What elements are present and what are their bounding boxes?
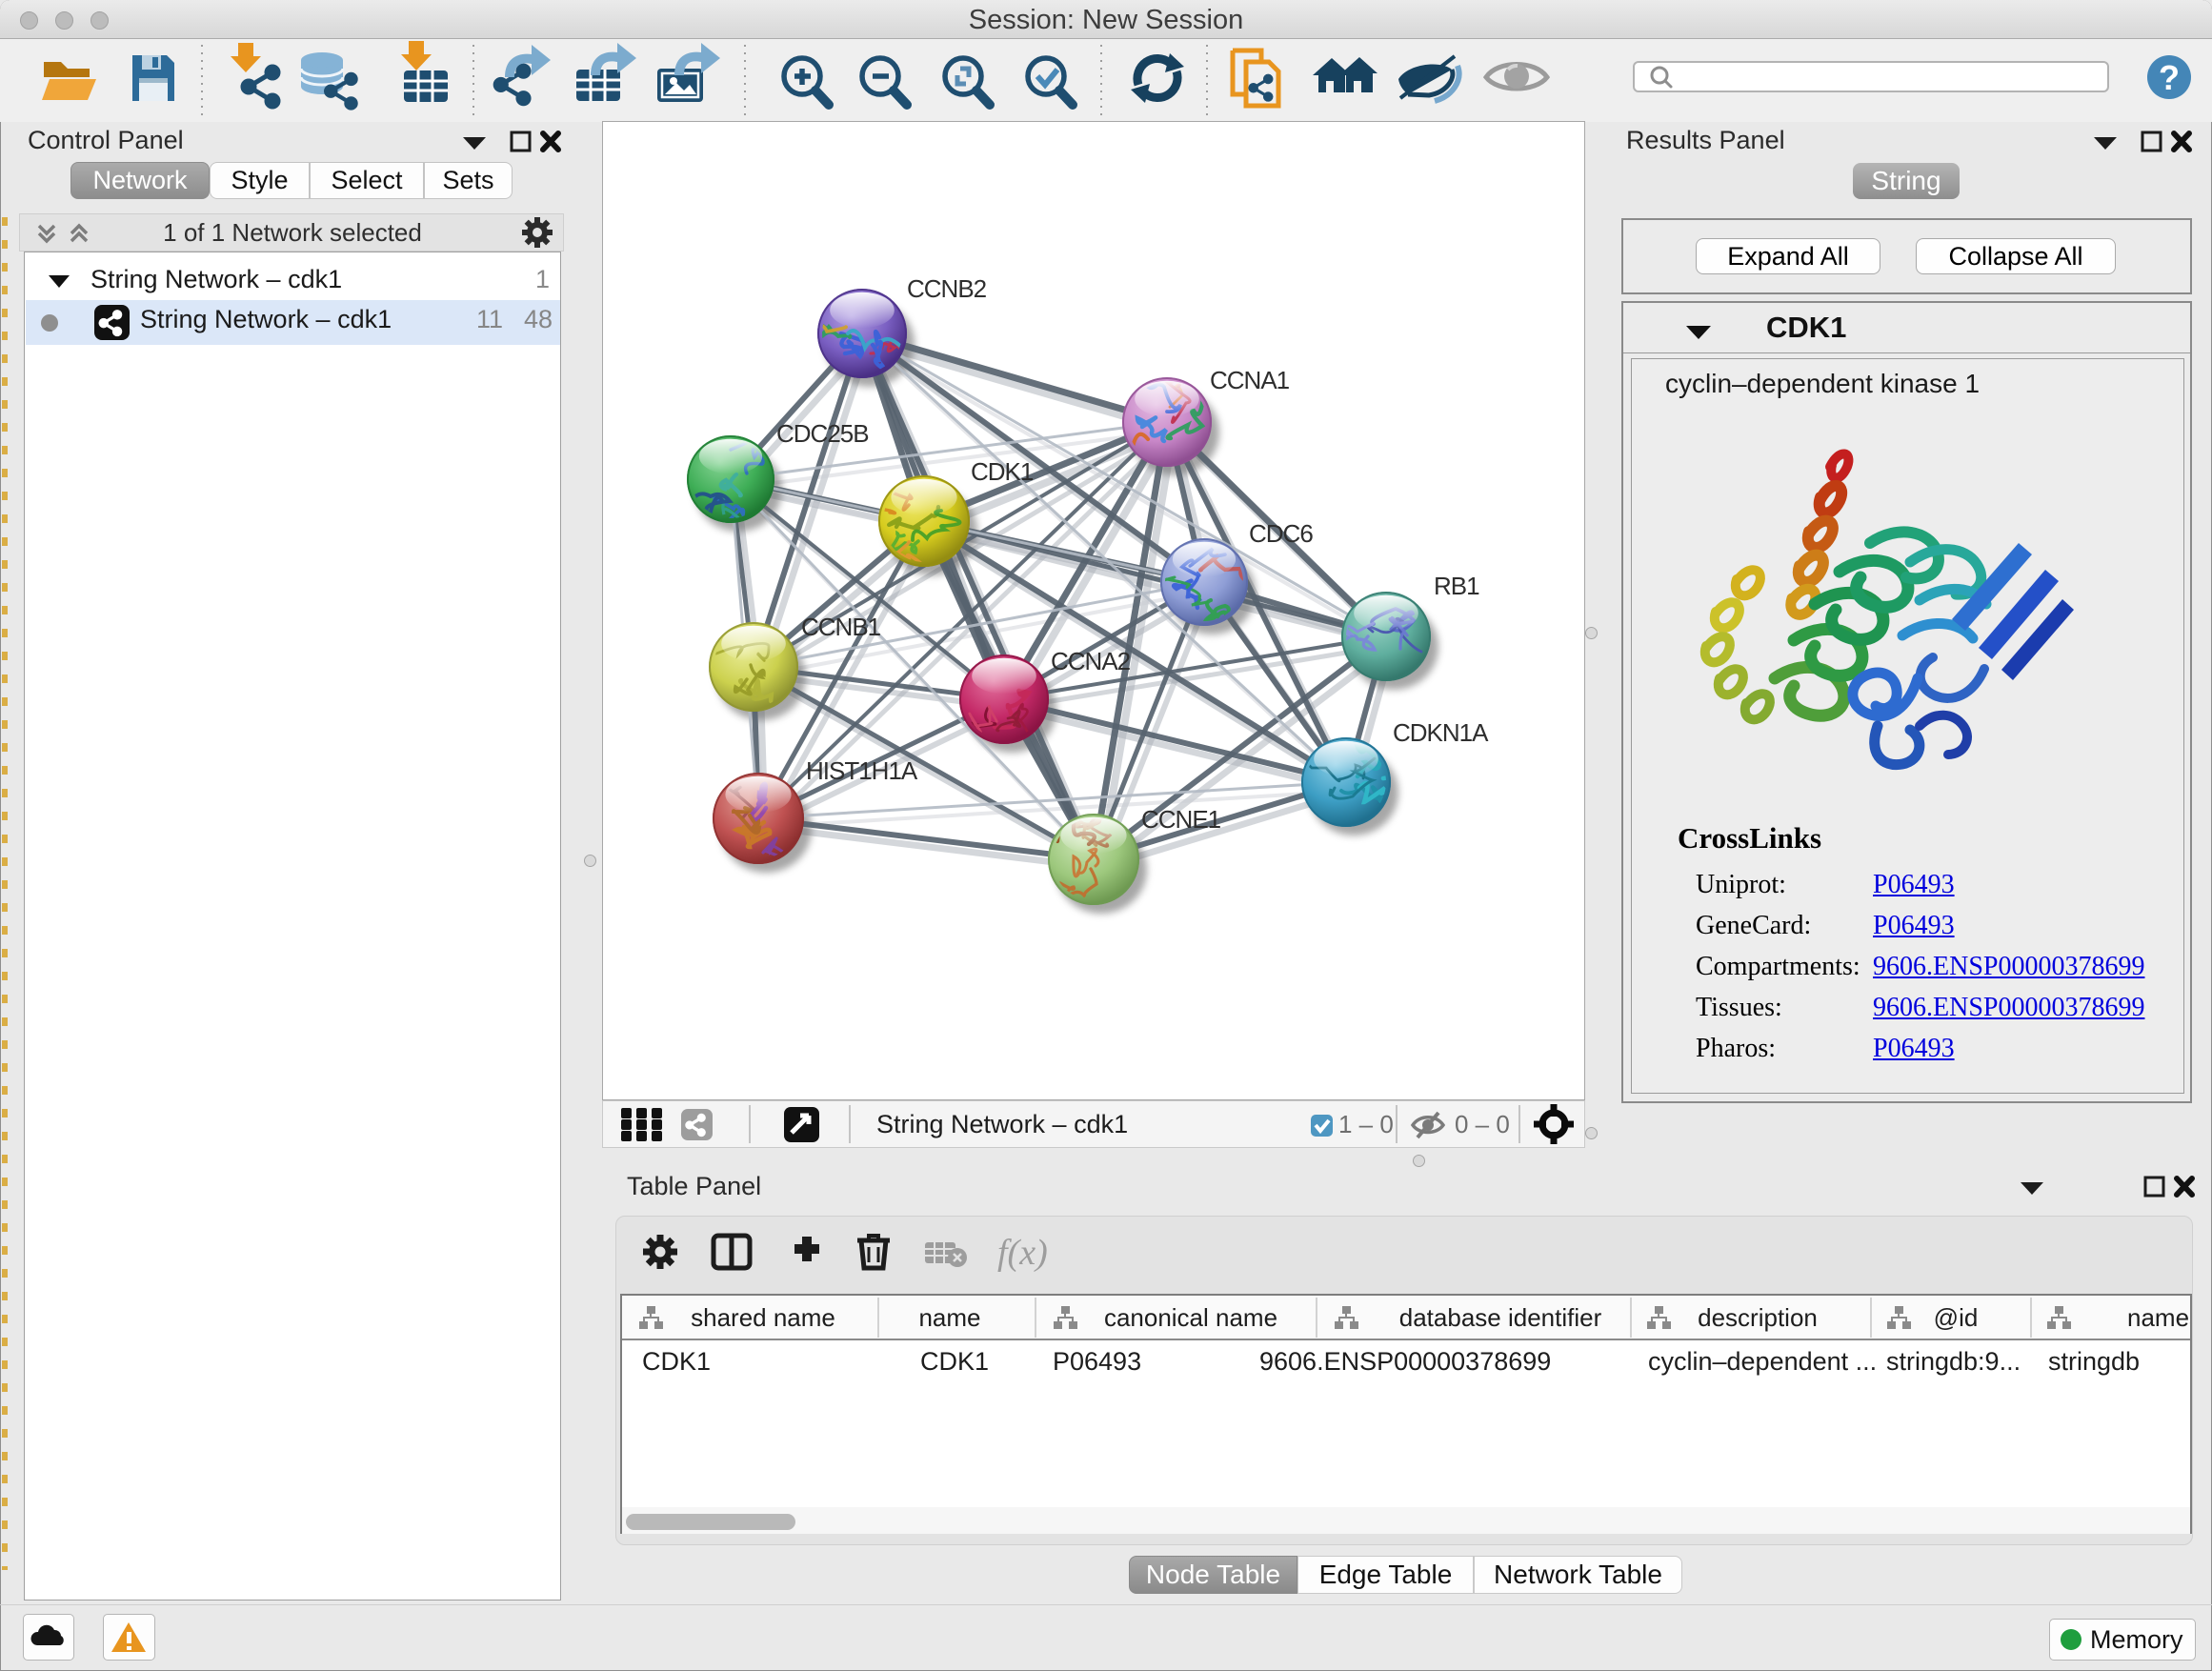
svg-text:canonical name: canonical name	[1104, 1303, 1277, 1332]
svg-text:9606.ENSP00000378699: 9606.ENSP00000378699	[1259, 1347, 1551, 1376]
svg-text:stringdb:9...: stringdb:9...	[1886, 1347, 2021, 1376]
svg-text:1 – 0: 1 – 0	[1338, 1110, 1394, 1138]
svg-text:cyclin–dependent ...: cyclin–dependent ...	[1648, 1347, 1877, 1376]
svg-text:RB1: RB1	[1434, 572, 1479, 600]
svg-text:CCNB2: CCNB2	[907, 274, 987, 303]
svg-text:String Network – cdk1: String Network – cdk1	[876, 1110, 1128, 1138]
svg-text:1 of 1 Network selected: 1 of 1 Network selected	[163, 218, 422, 247]
svg-text:description: description	[1698, 1303, 1818, 1332]
svg-text:database identifier: database identifier	[1399, 1303, 1602, 1332]
svg-text:Memory: Memory	[2090, 1625, 2183, 1654]
svg-text:CDC6: CDC6	[1249, 519, 1313, 548]
svg-text:shared name: shared name	[691, 1303, 835, 1332]
svg-text:CDK1: CDK1	[642, 1347, 711, 1376]
svg-text:@id: @id	[1934, 1303, 1979, 1332]
svg-text:CDKN1A: CDKN1A	[1393, 718, 1489, 747]
svg-text:name: name	[918, 1303, 980, 1332]
svg-text:?: ?	[2159, 58, 2180, 97]
svg-text:CCNE1: CCNE1	[1141, 805, 1221, 834]
svg-text:f(x): f(x)	[997, 1233, 1048, 1273]
svg-text:stringdb: stringdb	[2048, 1347, 2140, 1376]
svg-text:P06493: P06493	[1053, 1347, 1141, 1376]
svg-text:CCNA2: CCNA2	[1051, 647, 1131, 675]
svg-text:HIST1H1A: HIST1H1A	[806, 756, 918, 785]
svg-text:CCNA1: CCNA1	[1210, 366, 1290, 394]
svg-text:CDK1: CDK1	[971, 457, 1034, 486]
svg-text:CDK1: CDK1	[920, 1347, 989, 1376]
svg-text:0 – 0: 0 – 0	[1455, 1110, 1510, 1138]
svg-text:CCNB1: CCNB1	[801, 613, 881, 641]
svg-text:namespac: namespac	[2127, 1303, 2192, 1332]
svg-text:CDC25B: CDC25B	[776, 419, 869, 448]
